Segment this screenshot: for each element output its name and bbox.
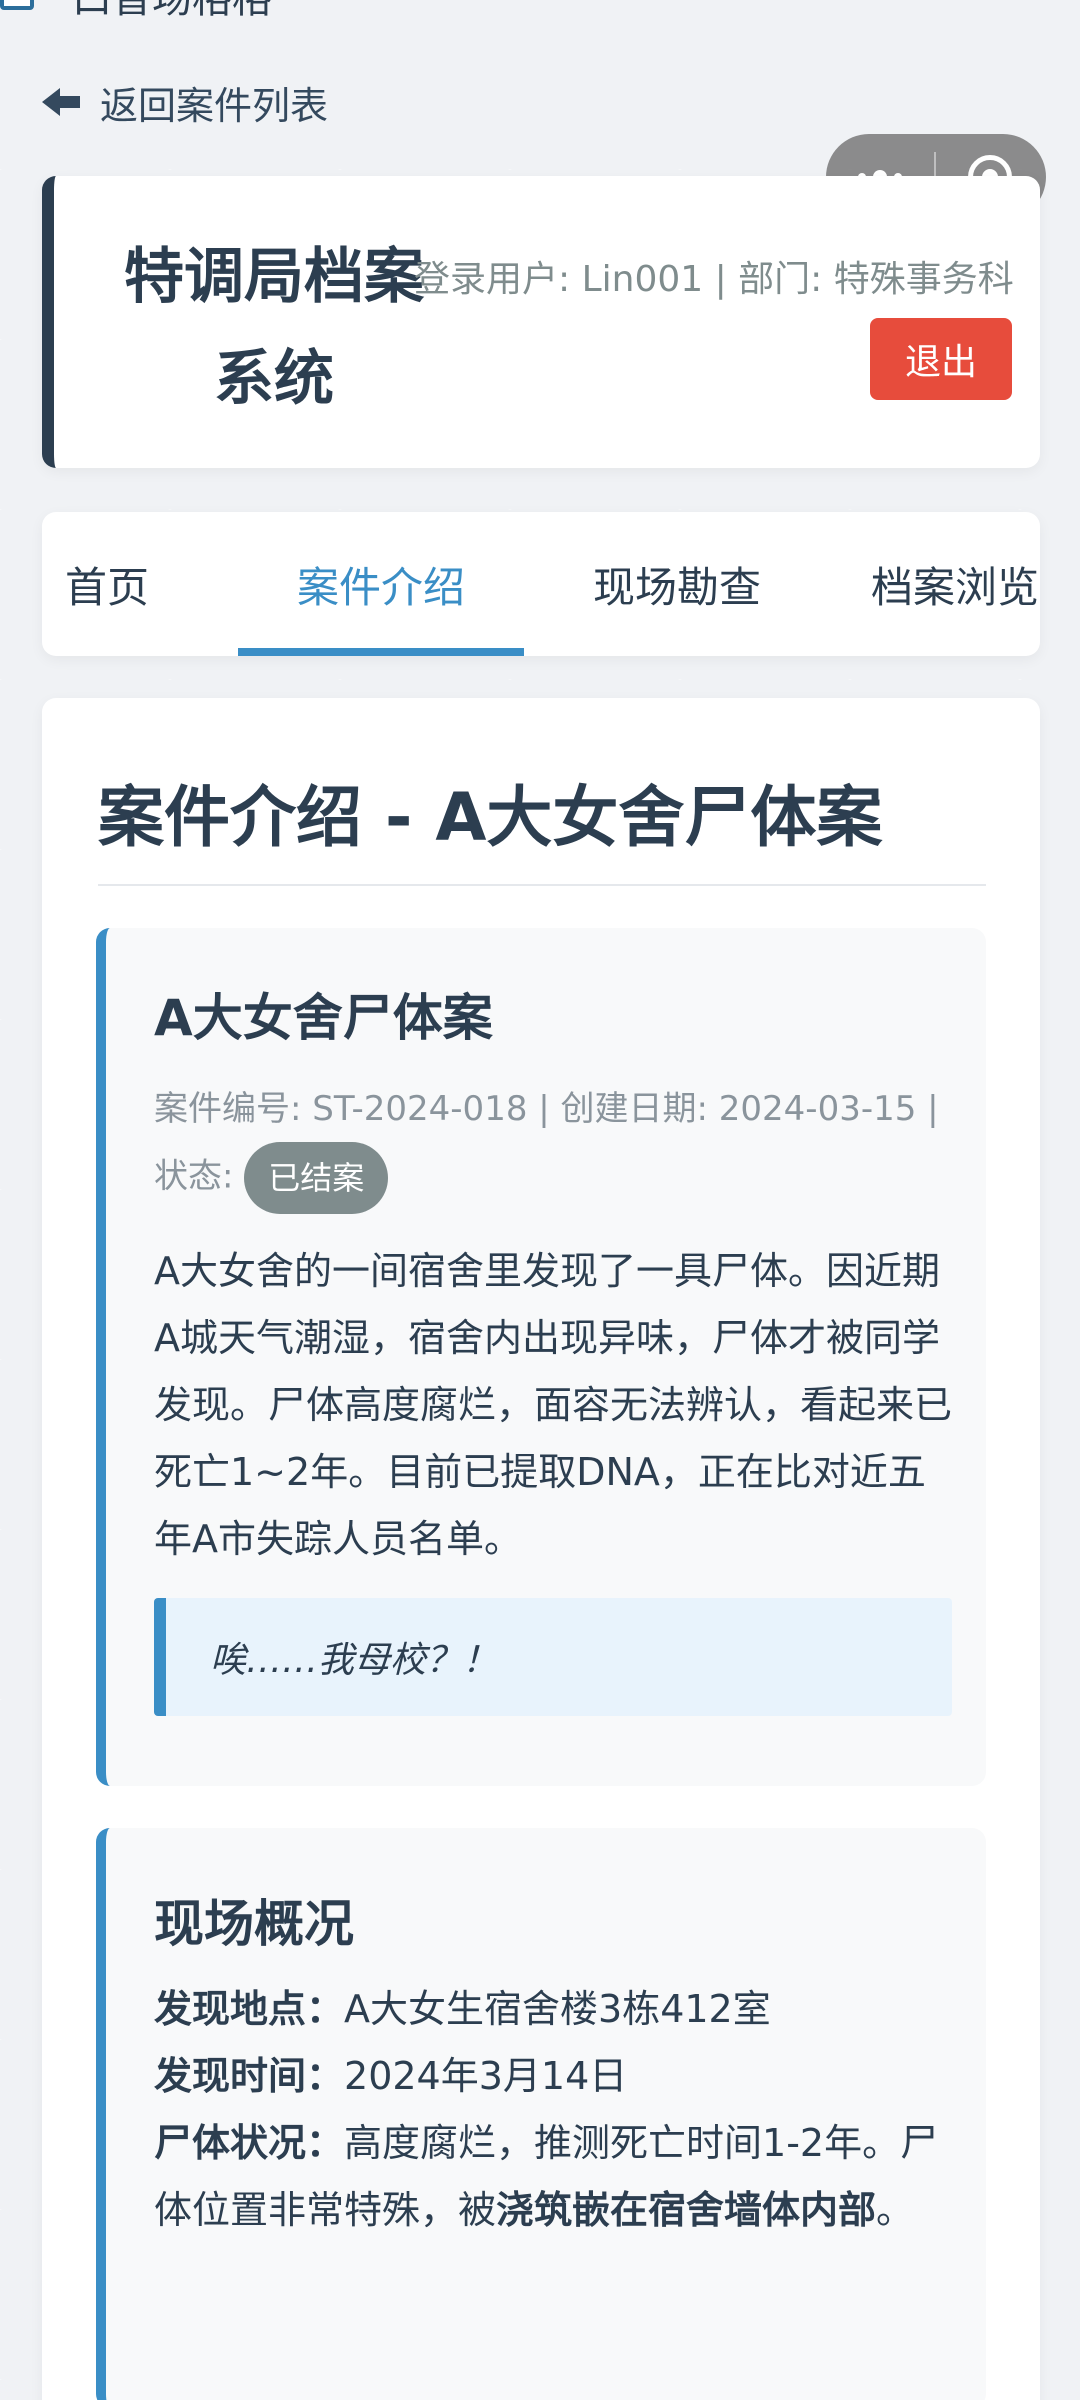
- case-description: A大女舍的一间宿舍里发现了一具尸体。因近期A城天气潮湿，宿舍内出现异味，尸体才被…: [154, 1249, 953, 1561]
- page-title: 案件介绍 - A大女舍尸体案: [98, 779, 883, 856]
- time-label: 发现时间：: [154, 2054, 345, 2098]
- main-content-card: 案件介绍 - A大女舍尸体案 A大女舍尸体案 案件编号: ST-2024-018…: [42, 698, 1040, 2400]
- tab-home[interactable]: 首页: [42, 512, 172, 656]
- back-to-case-list-link[interactable]: 返回案件列表: [42, 74, 328, 130]
- nav-tabs: 首页 案件介绍 现场勘查 档案浏览: [42, 512, 1040, 656]
- status-badge: 已结案: [244, 1142, 389, 1214]
- tab-scene-investigation[interactable]: 现场勘查: [552, 512, 802, 656]
- tab-case-intro[interactable]: 案件介绍: [238, 512, 524, 656]
- time-value: 2024年3月14日: [344, 2054, 628, 2098]
- case-info-section: A大女舍尸体案 案件编号: ST-2024-018 | 创建日期: 2024-0…: [96, 928, 986, 1786]
- scene-location-row: 发现地点：A大女生宿舍楼3栋412室: [154, 1976, 964, 2043]
- body-value-emphasis: 浇筑嵌在宿舍墙体内部: [496, 2188, 877, 2232]
- back-link-label: 返回案件列表: [100, 83, 329, 128]
- location-value: A大女生宿舍楼3栋412室: [344, 1987, 771, 2031]
- case-quote: 唉……我母校？！: [154, 1598, 952, 1716]
- tab-archive-browse[interactable]: 档案浏览: [840, 512, 1040, 656]
- case-title: A大女舍尸体案: [154, 989, 493, 1047]
- body-label: 尸体状况：: [154, 2121, 345, 2165]
- logout-button[interactable]: 退出: [870, 318, 1012, 400]
- scene-time-row: 发现时间：2024年3月14日: [154, 2043, 964, 2110]
- scene-body-row: 尸体状况：高度腐烂，推测死亡时间1-2年。尸体位置非常特殊，被浇筑嵌在宿舍墙体内…: [154, 2110, 964, 2244]
- scene-overview-section: 现场概况 发现地点：A大女生宿舍楼3栋412室 发现时间：2024年3月14日 …: [96, 1828, 986, 2400]
- scene-details: 发现地点：A大女生宿舍楼3栋412室 发现时间：2024年3月14日 尸体状况：…: [154, 1976, 964, 2244]
- app-icon: [0, 0, 34, 10]
- header-card: 特调局档案系统 登录用户: Lin001 | 部门: 特殊事务科 退出: [42, 176, 1040, 468]
- location-label: 发现地点：: [154, 1987, 345, 2031]
- system-title: 特调局档案系统: [124, 242, 424, 414]
- top-partial-title: 口普场格格: [72, 0, 272, 24]
- user-info: 登录用户: Lin001 | 部门: 特殊事务科: [414, 259, 1014, 300]
- case-meta: 案件编号: ST-2024-018 | 创建日期: 2024-03-15 | 状…: [154, 1076, 974, 1214]
- body-value-end: 。: [876, 2188, 915, 2232]
- title-divider: [98, 884, 986, 886]
- top-partial-header: 口普场格格: [0, 0, 1080, 22]
- back-arrow-icon: [42, 88, 82, 116]
- scene-title: 现场概况: [154, 1895, 354, 1953]
